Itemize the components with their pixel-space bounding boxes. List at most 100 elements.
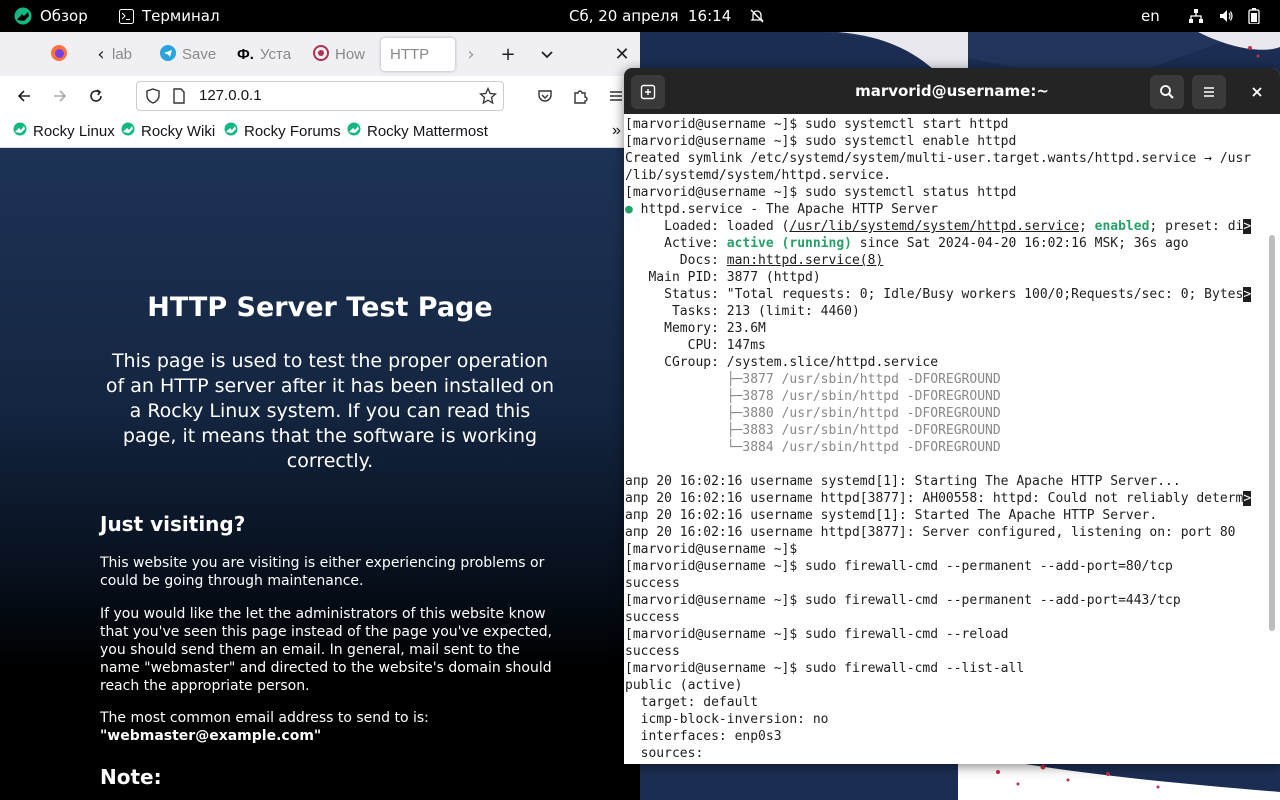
page-lead-paragraph: This page is used to test the proper ope… [105, 350, 555, 472]
tabs-scroll-right-button[interactable]: › [456, 38, 486, 71]
cgroup-process-line: ├─3878 /usr/sbin/httpd -DFOREGROUND [625, 388, 1266, 405]
tracking-protection-shield-icon[interactable] [145, 88, 161, 108]
truncation-marker: > [1243, 491, 1252, 506]
activities-button[interactable]: Обзор [14, 0, 88, 32]
page-info-icon[interactable] [172, 88, 186, 108]
terminal-line: Main PID: 3877 (httpd) [625, 270, 821, 285]
list-all-tabs-button[interactable] [532, 38, 562, 71]
terminal-output[interactable]: [marvorid@username ~]$ sudo systemctl st… [625, 116, 1266, 764]
search-button[interactable] [1150, 75, 1184, 109]
unit-file-path: /usr/lib/systemd/system/httpd.service [789, 219, 1079, 234]
note-heading: Note: [100, 765, 162, 789]
visiting-paragraph: This website you are visiting is either … [100, 555, 545, 589]
reload-icon [90, 89, 102, 102]
active-status: active (running) [726, 236, 852, 251]
network-wired-icon [1188, 8, 1204, 24]
terminal-line: ● httpd.service - The Apache HTTP Server [625, 201, 1266, 218]
extensions-button[interactable] [565, 81, 595, 111]
terminal-close-button[interactable] [1240, 75, 1274, 109]
webmaster-email: "webmaster@example.com" [100, 728, 322, 744]
tab-howto[interactable]: How [313, 38, 373, 71]
tab-strip: ‹ lab Save Ф. Уста How HTTP › + ✕ [0, 32, 640, 76]
terminal-line: Status: "Total requests: 0; Idle/Busy wo… [625, 286, 1266, 303]
tab-http-active[interactable]: HTTP [381, 38, 455, 71]
new-tab-button[interactable] [631, 75, 665, 109]
web-page-content: HTTP Server Test Page This page is used … [0, 148, 640, 800]
terminal-line: Created symlink /etc/systemd/system/mult… [625, 151, 1252, 166]
firefox-view-tab[interactable] [50, 38, 72, 71]
tab-lab[interactable]: lab [112, 38, 142, 71]
terminal-menu-button[interactable] [1192, 75, 1226, 109]
double-chevron-right-icon: » [612, 122, 621, 139]
close-window-button[interactable]: ✕ [607, 38, 637, 71]
bookmark-rocky-forums[interactable]: Rocky Forums [224, 122, 341, 140]
tree-branch: ├─ [625, 372, 743, 387]
terminal-line: CPU: 147ms [625, 338, 766, 353]
terminal-line: success [625, 644, 680, 659]
terminal-app-menu[interactable]: Терминал [119, 0, 220, 32]
chevron-left-icon: ‹ [97, 44, 105, 65]
terminal-icon [119, 8, 134, 24]
tab-install[interactable]: Ф. Уста [237, 38, 297, 71]
terminal-line: sources: [625, 746, 704, 761]
terminal-line: [marvorid@username ~]$ sudo firewall-cmd… [625, 661, 1025, 676]
cgroup-process-line: ├─3877 /usr/sbin/httpd -DFOREGROUND [625, 371, 1266, 388]
url-text[interactable]: 127.0.0.1 [199, 87, 262, 104]
rocky-bookmark-icon [13, 122, 27, 140]
keyboard-layout-indicator[interactable]: en [1141, 0, 1160, 32]
terminal-line: Loaded: loaded (/usr/lib/systemd/system/… [625, 218, 1266, 235]
tab-save[interactable]: Save [160, 38, 220, 71]
new-tab-button[interactable]: + [493, 38, 523, 71]
log-text: апр 20 16:02:16 username httpd[3877]: AH… [625, 491, 1244, 506]
bookmark-rocky-linux[interactable]: Rocky Linux [13, 122, 115, 140]
page-title: HTTP Server Test Page [147, 292, 493, 323]
status-dot-icon: ● [625, 202, 633, 217]
process-text: 3880 /usr/sbin/httpd -DFOREGROUND [742, 406, 1001, 421]
back-button[interactable] [9, 81, 39, 111]
administrators-paragraph: If you would like the let the administra… [100, 606, 553, 694]
enabled-status: enabled [1094, 219, 1150, 234]
clock[interactable]: Сб, 20 апреля 16:14 [569, 0, 765, 32]
bookmarks-overflow-button[interactable]: » [612, 122, 621, 140]
loaded-label: Loaded: loaded ( [625, 219, 790, 234]
bookmark-star-icon[interactable] [478, 86, 498, 109]
pocket-icon [538, 90, 552, 102]
volume-icon [1218, 8, 1234, 24]
process-text: 3884 /usr/sbin/httpd -DFOREGROUND [742, 440, 1001, 455]
tab-label: Save [182, 46, 217, 63]
arrow-left-icon [17, 90, 30, 102]
bookmark-rocky-mattermost[interactable]: Rocky Mattermost [347, 122, 488, 140]
active-label: Active: [625, 236, 727, 251]
forward-button[interactable] [45, 81, 75, 111]
rocky-bookmark-icon [347, 122, 361, 140]
cgroup-process-line: ├─3883 /usr/sbin/httpd -DFOREGROUND [625, 422, 1266, 439]
terminal-line: [marvorid@username ~]$ sudo systemctl st… [625, 117, 1009, 132]
terminal-line: Active: active (running) since Sat 2024-… [625, 235, 1266, 252]
terminal-line: target: default [625, 695, 759, 710]
bookmark-label: Rocky Mattermost [367, 122, 488, 140]
terminal-line: апр 20 16:02:16 username httpd[3877]: Se… [625, 525, 1236, 540]
bookmark-label: Rocky Linux [33, 122, 115, 140]
arrow-right-icon [54, 90, 67, 102]
terminal-line: success [625, 610, 680, 625]
terminal-line: [marvorid@username ~]$ sudo systemctl en… [625, 134, 1017, 149]
process-text: 3883 /usr/sbin/httpd -DFOREGROUND [742, 423, 1001, 438]
terminal-line: [marvorid@username ~]$ sudo firewall-cmd… [625, 559, 1173, 574]
terminal-app-label: Терминал [142, 7, 220, 25]
chevron-right-icon: › [467, 44, 475, 65]
docs-link[interactable]: man:httpd.service(8) [727, 253, 884, 268]
clock-label: Сб, 20 апреля 16:14 [569, 7, 732, 25]
tab-label: Уста [259, 46, 292, 63]
bookmark-rocky-wiki[interactable]: Rocky Wiki [121, 122, 215, 140]
bookmark-label: Rocky Forums [244, 122, 341, 140]
reload-button[interactable] [81, 81, 111, 111]
tree-branch: ├─ [625, 406, 743, 421]
terminal-scrollbar[interactable] [1269, 235, 1275, 631]
pocket-button[interactable] [530, 81, 560, 111]
terminal-line: Tasks: 213 (limit: 4460) [625, 304, 860, 319]
terminal-line: [marvorid@username ~]$ sudo firewall-cmd… [625, 627, 1009, 642]
address-bar[interactable]: 127.0.0.1 [136, 81, 504, 111]
battery-icon [1248, 8, 1260, 24]
howto-favicon-icon [313, 44, 329, 65]
system-status-area[interactable] [1188, 0, 1260, 32]
